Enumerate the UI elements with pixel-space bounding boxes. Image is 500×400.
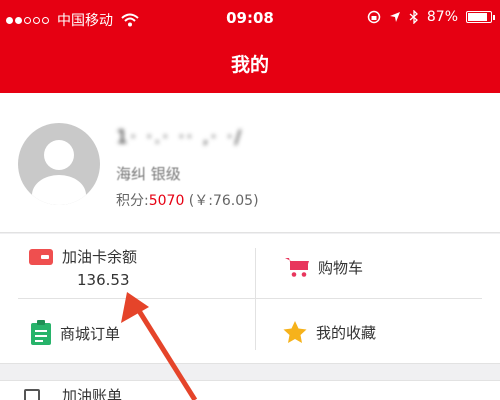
- annotation-arrow: [121, 292, 198, 400]
